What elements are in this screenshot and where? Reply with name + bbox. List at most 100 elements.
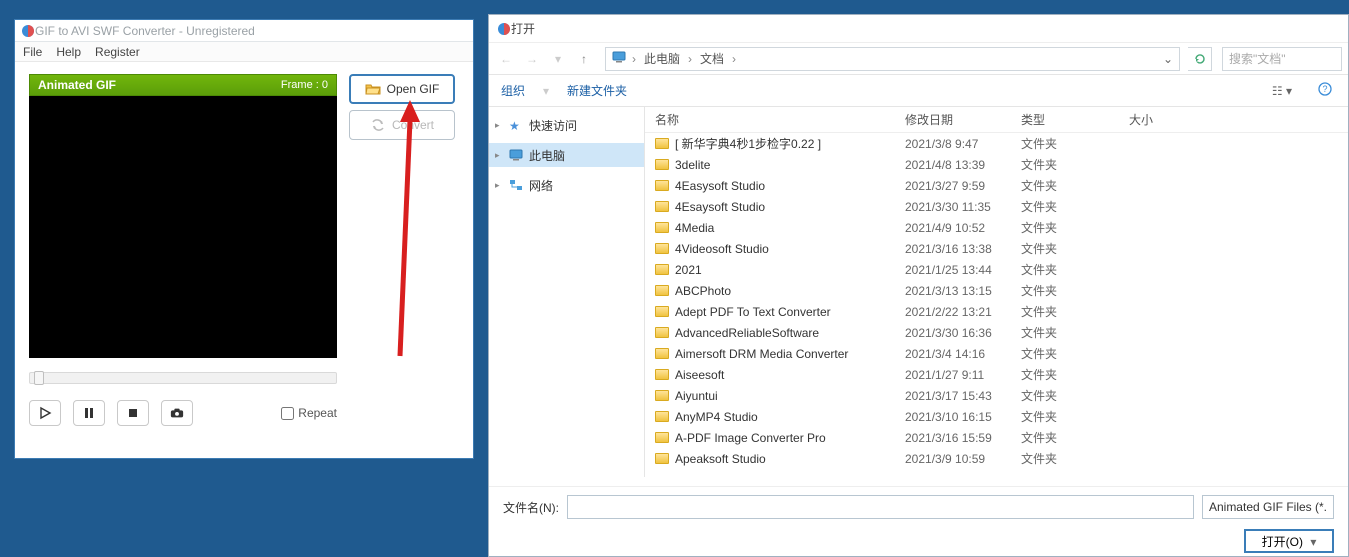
convert-button[interactable]: Convert — [349, 110, 455, 140]
menu-register[interactable]: Register — [95, 45, 140, 59]
file-date: 2021/3/30 11:35 — [905, 200, 1021, 214]
file-type: 文件夹 — [1021, 387, 1129, 404]
list-item[interactable]: ABCPhoto2021/3/13 13:15文件夹 — [645, 280, 1348, 301]
converter-menubar: File Help Register — [15, 42, 473, 62]
column-header-row: 名称 修改日期 类型 大小 — [645, 107, 1348, 133]
repeat-checkbox[interactable]: Repeat — [281, 406, 337, 420]
open-gif-label: Open GIF — [387, 82, 440, 96]
open-gif-button[interactable]: Open GIF — [349, 74, 455, 104]
folder-icon — [655, 432, 669, 443]
folder-icon — [655, 138, 669, 149]
address-dropdown-icon[interactable]: ⌄ — [1163, 52, 1173, 66]
converter-titlebar[interactable]: GIF to AVI SWF Converter - Unregistered — [15, 20, 473, 42]
recent-dropdown[interactable]: ▾ — [547, 48, 569, 70]
folder-icon — [655, 348, 669, 359]
file-type: 文件夹 — [1021, 177, 1129, 194]
pause-button[interactable] — [73, 400, 105, 426]
folder-icon — [655, 201, 669, 212]
filename-input[interactable] — [567, 495, 1194, 519]
open-button[interactable]: 打开(O) ▾ — [1244, 529, 1334, 553]
file-name: 2021 — [675, 263, 702, 277]
file-list[interactable]: [ 新华字典4秒1步检字0.22 ]2021/3/8 9:47文件夹3delit… — [645, 133, 1348, 473]
file-type: 文件夹 — [1021, 303, 1129, 320]
file-name: 4Media — [675, 221, 714, 235]
nav-toolbar: ← → ▾ ↑ › 此电脑 › 文档 › ⌄ 搜索"文档" — [489, 43, 1348, 75]
file-name: A-PDF Image Converter Pro — [675, 431, 826, 445]
play-button[interactable] — [29, 400, 61, 426]
refresh-button[interactable] — [1188, 47, 1212, 71]
pc-icon — [509, 149, 523, 161]
list-item[interactable]: AdvancedReliableSoftware2021/3/30 16:36文… — [645, 322, 1348, 343]
repeat-label: Repeat — [298, 406, 337, 420]
file-name: Aiyuntui — [675, 389, 718, 403]
search-input[interactable]: 搜索"文档" — [1222, 47, 1342, 71]
column-name[interactable]: 名称 — [645, 111, 905, 128]
sidebar-item-network[interactable]: ▸ 网络 — [489, 173, 644, 197]
folder-icon — [655, 180, 669, 191]
list-item[interactable]: 3delite2021/4/8 13:39文件夹 — [645, 154, 1348, 175]
folder-icon — [655, 264, 669, 275]
filter-label: Animated GIF Files (*. — [1209, 500, 1327, 514]
column-date[interactable]: 修改日期 — [905, 111, 1021, 128]
file-name: AnyMP4 Studio — [675, 410, 758, 424]
split-dropdown-icon: ▾ — [1310, 535, 1316, 549]
file-date: 2021/1/27 9:11 — [905, 368, 1021, 382]
sidebar-item-quickaccess[interactable]: ▸ ★ 快速访问 — [489, 113, 644, 137]
app-icon — [21, 24, 35, 38]
list-item[interactable]: Aimersoft DRM Media Converter2021/3/4 14… — [645, 343, 1348, 364]
list-item[interactable]: 4Videosoft Studio2021/3/16 13:38文件夹 — [645, 238, 1348, 259]
file-type: 文件夹 — [1021, 408, 1129, 425]
list-item[interactable]: AnyMP4 Studio2021/3/10 16:15文件夹 — [645, 406, 1348, 427]
up-button[interactable]: ↑ — [573, 48, 595, 70]
slider-thumb[interactable] — [34, 371, 44, 385]
crumb-documents[interactable]: 文档 — [698, 50, 726, 67]
list-item[interactable]: Aiseesoft2021/1/27 9:11文件夹 — [645, 364, 1348, 385]
view-options-button[interactable]: ☷ ▾ — [1268, 82, 1296, 100]
preview-title: Animated GIF — [38, 78, 116, 92]
file-name: 4Videosoft Studio — [675, 242, 769, 256]
address-bar[interactable]: › 此电脑 › 文档 › ⌄ — [605, 47, 1180, 71]
file-name: 4Esaysoft Studio — [675, 200, 765, 214]
menu-help[interactable]: Help — [56, 45, 81, 59]
folder-icon — [655, 159, 669, 170]
search-placeholder: 搜索"文档" — [1229, 50, 1286, 67]
list-item[interactable]: [ 新华字典4秒1步检字0.22 ]2021/3/8 9:47文件夹 — [645, 133, 1348, 154]
crumb-thispc[interactable]: 此电脑 — [642, 50, 682, 67]
column-type[interactable]: 类型 — [1021, 111, 1129, 128]
list-item[interactable]: Apeaksoft Studio2021/3/9 10:59文件夹 — [645, 448, 1348, 469]
list-item[interactable]: Adept PDF To Text Converter2021/2/22 13:… — [645, 301, 1348, 322]
sidebar-item-thispc[interactable]: ▸ 此电脑 — [489, 143, 644, 167]
file-name: Apeaksoft Studio — [675, 452, 766, 466]
file-date: 2021/3/27 9:59 — [905, 179, 1021, 193]
crumb-sep-icon: › — [730, 52, 738, 66]
stop-button[interactable] — [117, 400, 149, 426]
preview-header: Animated GIF Frame : 0 — [29, 74, 337, 96]
folder-icon — [655, 327, 669, 338]
menu-file[interactable]: File — [23, 45, 42, 59]
dialog-toolbar: 组织 ▾ 新建文件夹 ☷ ▾ ? — [489, 75, 1348, 107]
list-item[interactable]: Aiyuntui2021/3/17 15:43文件夹 — [645, 385, 1348, 406]
file-type: 文件夹 — [1021, 135, 1129, 152]
list-item[interactable]: A-PDF Image Converter Pro2021/3/16 15:59… — [645, 427, 1348, 448]
repeat-input[interactable] — [281, 407, 294, 420]
list-item[interactable]: 4Easysoft Studio 2021/3/27 9:59文件夹 — [645, 175, 1348, 196]
filetype-filter[interactable]: Animated GIF Files (*. — [1202, 495, 1334, 519]
snapshot-button[interactable] — [161, 400, 193, 426]
forward-button[interactable]: → — [521, 48, 543, 70]
newfolder-button[interactable]: 新建文件夹 — [567, 82, 627, 99]
folder-icon — [655, 243, 669, 254]
file-type: 文件夹 — [1021, 429, 1129, 446]
open-titlebar[interactable]: 打开 — [489, 15, 1348, 43]
list-item[interactable]: 4Media2021/4/9 10:52文件夹 — [645, 217, 1348, 238]
file-name: 4Easysoft Studio — [675, 179, 765, 193]
file-type: 文件夹 — [1021, 240, 1129, 257]
frame-slider[interactable] — [29, 372, 337, 384]
column-size[interactable]: 大小 — [1129, 111, 1209, 128]
list-item[interactable]: 4Esaysoft Studio2021/3/30 11:35文件夹 — [645, 196, 1348, 217]
file-date: 2021/3/13 13:15 — [905, 284, 1021, 298]
organize-button[interactable]: 组织 — [501, 82, 525, 99]
list-item[interactable]: 20212021/1/25 13:44文件夹 — [645, 259, 1348, 280]
crumb-sep-icon: › — [686, 52, 694, 66]
help-button[interactable]: ? — [1314, 80, 1336, 101]
back-button[interactable]: ← — [495, 48, 517, 70]
